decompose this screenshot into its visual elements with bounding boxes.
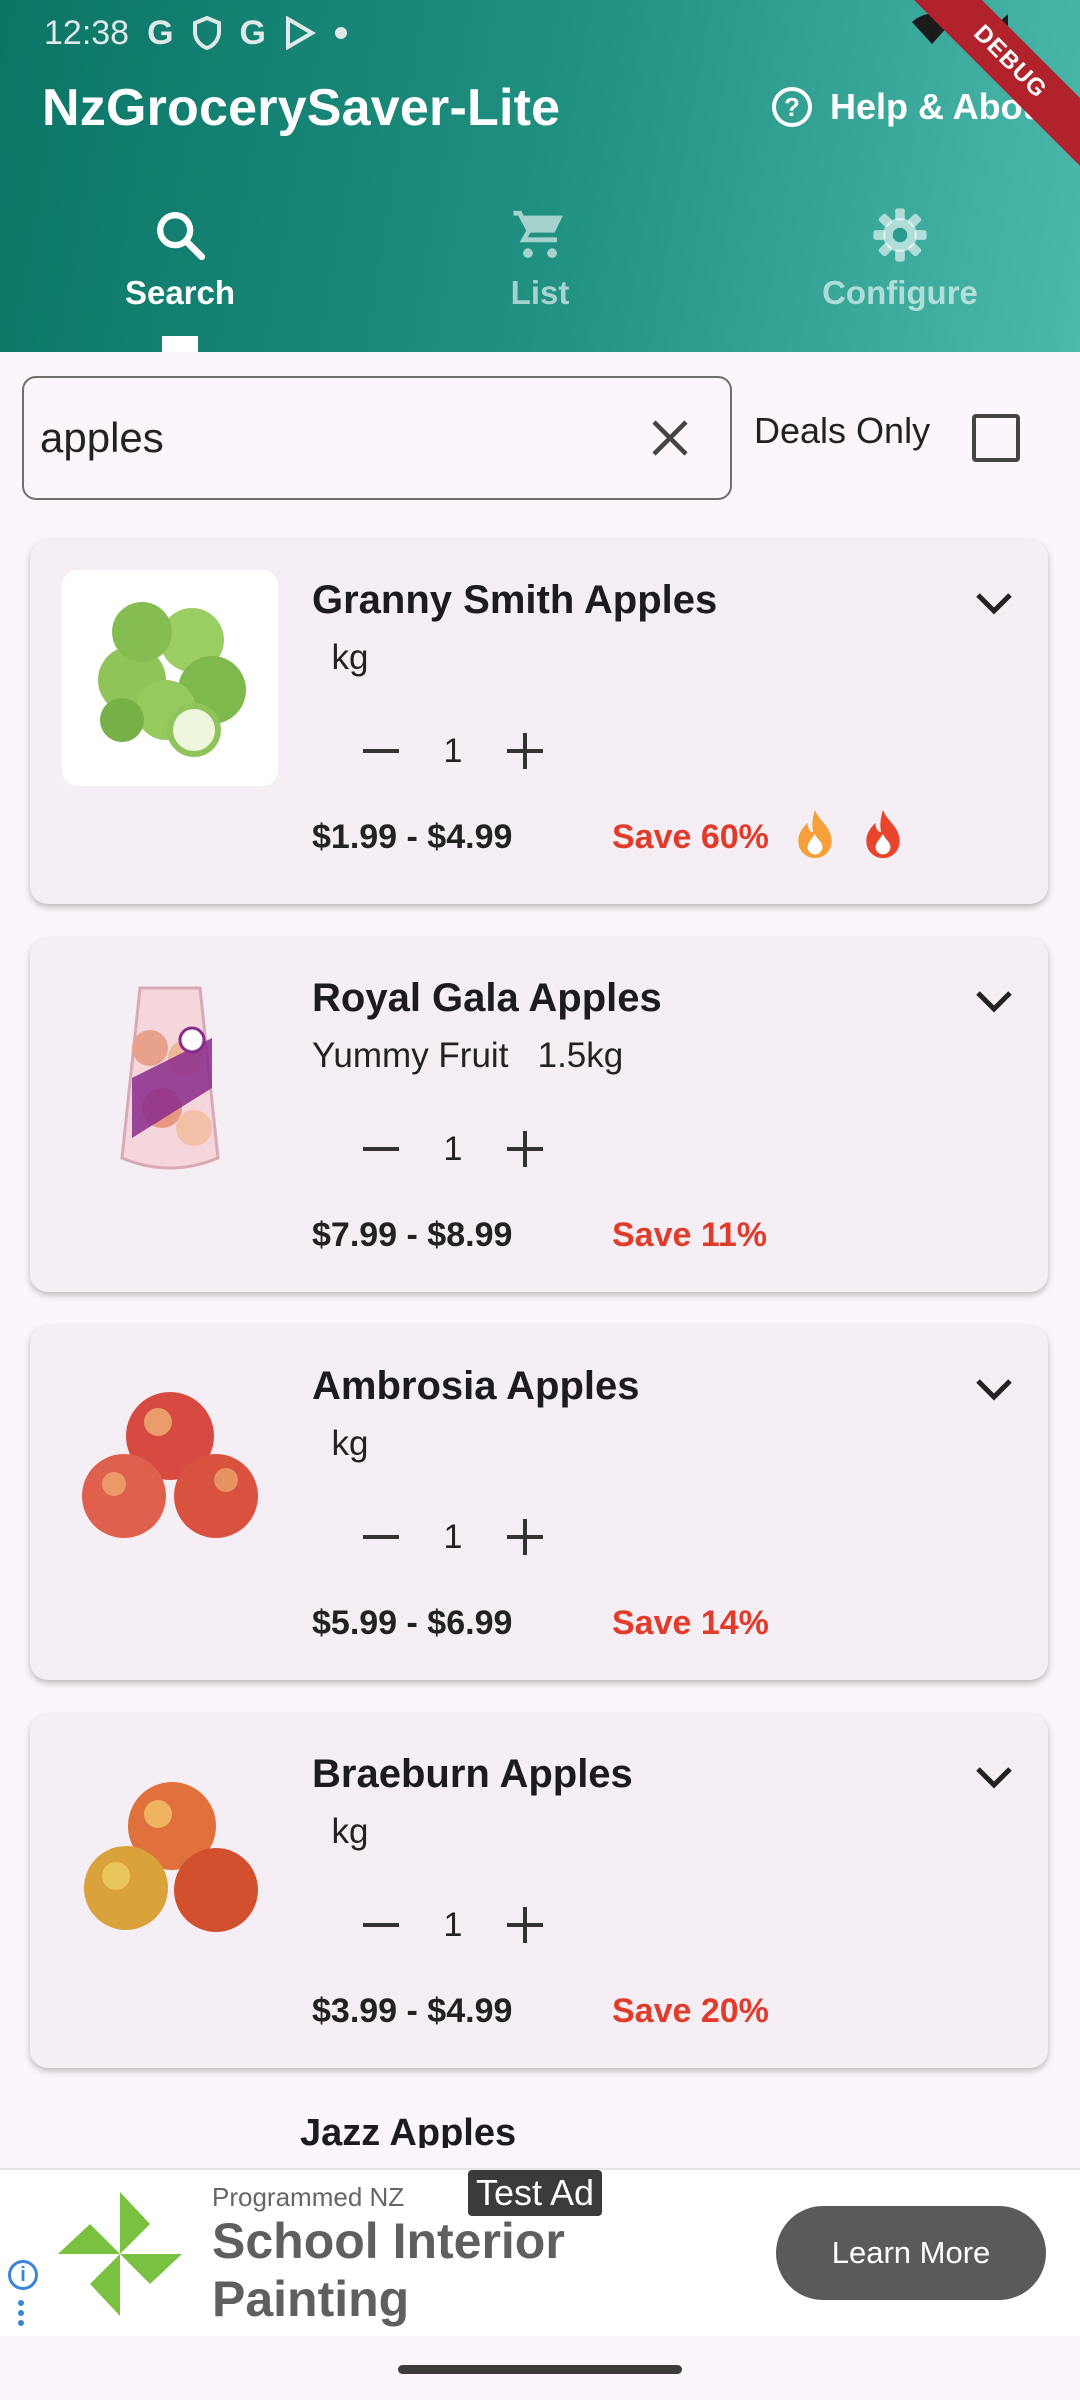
price-range: $5.99 - $6.99 — [312, 1604, 513, 1642]
app-title: NzGrocerySaver-Lite — [42, 79, 561, 137]
decrease-qty-button[interactable] — [346, 1114, 416, 1184]
dot-icon — [335, 27, 347, 39]
chevron-down-icon — [976, 1379, 1012, 1401]
increase-qty-button[interactable] — [490, 1114, 560, 1184]
ad-info-icon[interactable]: i — [8, 2260, 38, 2290]
product-size: kg — [331, 1424, 369, 1463]
price-range: $7.99 - $8.99 — [312, 1216, 513, 1254]
flame-icon-orange — [798, 809, 832, 859]
deals-only-checkbox[interactable] — [972, 414, 1020, 462]
tab-list[interactable]: List — [360, 196, 720, 352]
tab-bar: Search List Configure — [0, 196, 1080, 352]
quantity-stepper: 1 — [346, 1114, 560, 1184]
gear-icon — [873, 208, 927, 262]
ad-headline[interactable]: School Interior Painting — [212, 2212, 592, 2328]
google-icon: G — [239, 13, 266, 52]
product-image-granny-smith — [62, 570, 278, 786]
plus-icon — [507, 1131, 543, 1167]
product-brand-size: Yummy Fruit 1.5kg — [312, 1036, 624, 1075]
flame-icon-red — [866, 809, 900, 859]
minus-icon — [363, 1535, 399, 1539]
minus-icon — [363, 749, 399, 753]
product-image-royal-gala — [62, 968, 278, 1184]
product-size: kg — [331, 638, 369, 677]
chevron-down-icon — [976, 991, 1012, 1013]
search-value[interactable]: apples — [40, 414, 630, 462]
partial-product-name: Jazz Apples — [300, 2112, 517, 2148]
decrease-qty-button[interactable] — [346, 716, 416, 786]
play-store-icon — [286, 16, 316, 50]
increase-qty-button[interactable] — [490, 716, 560, 786]
quantity-value: 1 — [443, 1129, 463, 1168]
product-card[interactable]: Royal Gala Apples Yummy Fruit 1.5kg 1 $7… — [30, 938, 1048, 1292]
google-icon: G — [147, 13, 174, 52]
search-input[interactable]: apples — [22, 376, 732, 500]
ad-learn-more-button[interactable]: Learn More — [776, 2206, 1046, 2300]
tab-list-label: List — [510, 274, 570, 311]
quantity-value: 1 — [443, 1905, 463, 1944]
status-time: 12:38 — [44, 13, 130, 52]
product-card[interactable]: Granny Smith Apples kg 1 $1.99 - $4.99 S… — [30, 540, 1048, 904]
increase-qty-button[interactable] — [490, 1890, 560, 1960]
chevron-down-icon — [976, 593, 1012, 615]
deal-flames — [792, 808, 906, 860]
product-card[interactable]: Ambrosia Apples kg 1 $5.99 - $6.99 Save … — [30, 1326, 1048, 1680]
plus-icon — [507, 1907, 543, 1943]
minus-icon — [363, 1923, 399, 1927]
expand-button[interactable] — [966, 1750, 1022, 1806]
quantity-stepper: 1 — [346, 1502, 560, 1572]
plus-icon — [507, 733, 543, 769]
price-range: $3.99 - $4.99 — [312, 1992, 513, 2030]
quantity-stepper: 1 — [346, 1890, 560, 1960]
quantity-value: 1 — [443, 1517, 463, 1556]
shield-icon — [192, 16, 221, 50]
tab-configure[interactable]: Configure — [720, 196, 1080, 352]
decrease-qty-button[interactable] — [346, 1502, 416, 1572]
quantity-value: 1 — [443, 731, 463, 770]
ad-options-icon[interactable] — [18, 2300, 24, 2326]
expand-button[interactable] — [966, 576, 1022, 632]
product-image-ambrosia — [62, 1356, 278, 1572]
status-bar: 12:38 G G — [44, 10, 348, 56]
cart-icon — [513, 210, 563, 258]
chevron-down-icon — [976, 1767, 1012, 1789]
ad-logo — [58, 2192, 182, 2316]
save-percent: Save 20% — [612, 1992, 769, 2030]
tab-search[interactable]: Search — [0, 196, 360, 352]
test-ad-badge: Test Ad — [468, 2170, 603, 2216]
expand-button[interactable] — [966, 974, 1022, 1030]
gesture-home-bar[interactable] — [398, 2365, 682, 2374]
product-name: Royal Gala Apples — [312, 976, 662, 1020]
close-icon — [652, 420, 688, 456]
quantity-stepper: 1 — [346, 716, 560, 786]
help-icon: ? — [772, 87, 812, 127]
tab-configure-label: Configure — [822, 274, 978, 311]
save-percent: Save 14% — [612, 1604, 769, 1642]
clear-search-button[interactable] — [630, 398, 710, 478]
product-name: Braeburn Apples — [312, 1752, 633, 1796]
save-percent: Save 60% — [612, 818, 769, 856]
search-icon — [157, 212, 206, 261]
tab-indicator — [162, 336, 198, 352]
expand-button[interactable] — [966, 1362, 1022, 1418]
decrease-qty-button[interactable] — [346, 1890, 416, 1960]
product-card[interactable]: Braeburn Apples kg 1 $3.99 - $4.99 Save … — [30, 1714, 1048, 2068]
product-size: kg — [331, 1812, 369, 1851]
tab-search-label: Search — [124, 274, 236, 311]
ad-advertiser: Programmed NZ — [212, 2182, 405, 2212]
plus-icon — [507, 1519, 543, 1555]
increase-qty-button[interactable] — [490, 1502, 560, 1572]
deals-only-label: Deals Only — [754, 410, 931, 451]
minus-icon — [363, 1147, 399, 1151]
product-image-braeburn — [62, 1744, 278, 1960]
price-range: $1.99 - $4.99 — [312, 818, 513, 856]
product-name: Granny Smith Apples — [312, 578, 718, 622]
app-bar: 12:38 G G NzGrocerySaver-Lite ? Help & A… — [0, 0, 1080, 352]
product-name: Ambrosia Apples — [312, 1364, 640, 1408]
save-percent: Save 11% — [612, 1216, 768, 1254]
